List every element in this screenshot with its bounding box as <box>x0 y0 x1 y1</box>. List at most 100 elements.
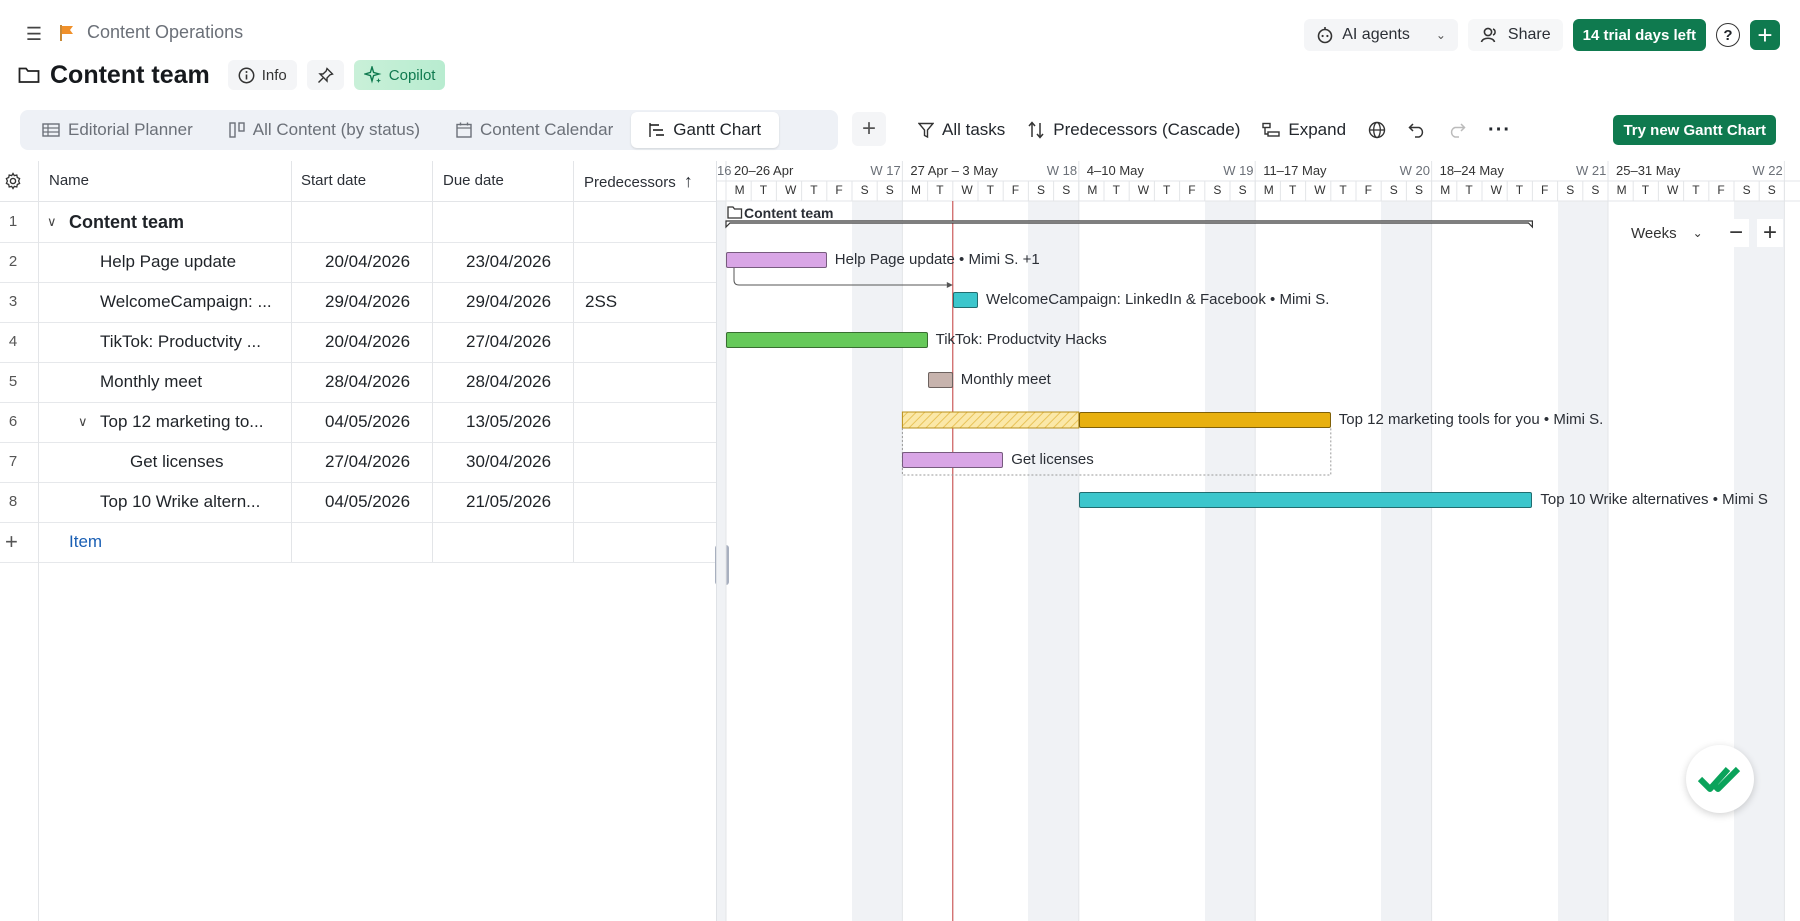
tiktok-bar[interactable] <box>726 332 928 348</box>
day-letter: F <box>1011 183 1020 197</box>
top-10-wrike-bar[interactable] <box>1078 492 1533 508</box>
collapse-toggle-icon[interactable]: ∨ <box>47 202 57 242</box>
table-row[interactable]: 8 Top 10 Wrike altern... 04/05/2026 21/05/2… <box>0 482 716 523</box>
day-letter: T <box>936 183 944 197</box>
group-label[interactable]: Content team <box>744 205 833 221</box>
hamburger-menu-icon[interactable]: ☰ <box>22 22 46 46</box>
settings-gear-icon[interactable] <box>4 172 22 190</box>
start-date[interactable]: 20/04/2026 <box>325 242 410 282</box>
scale-label: Weeks <box>1631 224 1677 242</box>
zoom-out-button[interactable]: − <box>1723 219 1749 247</box>
table-row[interactable]: 5 Monthly meet 28/04/2026 28/04/2026 <box>0 362 716 403</box>
task-name[interactable]: Top 10 Wrike altern... <box>100 482 285 522</box>
info-label: Info <box>261 66 287 84</box>
week-range-label: 11–17 May <box>1263 163 1327 178</box>
robot-icon <box>1317 27 1333 44</box>
row-number: 8 <box>8 493 18 510</box>
table-row[interactable]: 2 Help Page update 20/04/2026 23/04/2026 <box>0 242 716 283</box>
welcome-campaign-bar[interactable] <box>952 292 978 308</box>
day-letter: S <box>860 183 869 197</box>
day-letter: T <box>1289 183 1297 197</box>
ai-agents-button[interactable]: AI agents ⌄ <box>1304 19 1458 51</box>
column-header-predecessors[interactable]: Predecessors ↑ <box>574 161 716 201</box>
start-date[interactable]: 20/04/2026 <box>325 322 410 362</box>
double-check-fab[interactable] <box>1686 745 1754 813</box>
table-row[interactable]: 4 TikTok: Productvity ... 20/04/2026 27/04/… <box>0 322 716 363</box>
day-letter: S <box>1767 183 1776 197</box>
tab-content-calendar[interactable]: Content Calendar <box>438 112 631 148</box>
add-view-button[interactable]: + <box>852 112 886 146</box>
expand-button[interactable]: Expand <box>1262 120 1346 140</box>
predecessors[interactable]: 2SS <box>585 282 617 322</box>
task-name[interactable]: Monthly meet <box>100 362 285 402</box>
task-name[interactable]: TikTok: Productvity ... <box>100 322 285 362</box>
get-licenses-bar[interactable] <box>902 452 1004 468</box>
tab-gantt-chart[interactable]: Gantt Chart <box>631 112 780 148</box>
try-new-gantt-button[interactable]: Try new Gantt Chart <box>1613 115 1776 145</box>
task-name[interactable]: WelcomeCampaign: ... <box>100 282 285 322</box>
table-row[interactable]: 3 WelcomeCampaign: ... 29/04/2026 29/04/202… <box>0 282 716 323</box>
help-page-update-bar[interactable] <box>726 252 827 268</box>
due-date[interactable]: 21/05/2026 <box>466 482 551 522</box>
table-row[interactable]: 6 ∨ Top 12 marketing to... 04/05/2026 13/05/… <box>0 402 716 443</box>
undo-icon[interactable] <box>1408 122 1426 138</box>
add-item-row[interactable]: + Item <box>0 522 716 563</box>
predecessors-button[interactable]: Predecessors (Cascade) <box>1027 120 1240 140</box>
due-date[interactable]: 13/05/2026 <box>466 402 551 442</box>
task-name[interactable]: Top 12 marketing to... <box>100 402 285 442</box>
top-actions: AI agents ⌄ Share 14 trial days left ? + <box>1304 19 1780 51</box>
copilot-button[interactable]: Copilot <box>353 60 446 90</box>
start-date[interactable]: 29/04/2026 <box>325 282 410 322</box>
pin-button[interactable] <box>306 60 344 90</box>
day-letter: M <box>1616 183 1627 197</box>
grid-divider <box>432 161 433 562</box>
start-date[interactable]: 28/04/2026 <box>325 362 410 402</box>
column-header-start-date[interactable]: Start date <box>291 161 432 201</box>
redo-icon[interactable] <box>1448 122 1466 138</box>
board-icon <box>229 122 245 138</box>
task-name[interactable]: Get licenses <box>130 442 285 482</box>
filter-button[interactable]: All tasks <box>918 120 1005 140</box>
due-date[interactable]: 23/04/2026 <box>466 242 551 282</box>
tab-editorial-planner[interactable]: Editorial Planner <box>24 112 211 148</box>
task-name[interactable]: Help Page update <box>100 242 285 282</box>
day-letter: S <box>1238 183 1247 197</box>
day-letter: S <box>1213 183 1222 197</box>
tab-all-content[interactable]: All Content (by status) <box>211 112 438 148</box>
trial-days-button[interactable]: 14 trial days left <box>1572 19 1706 51</box>
monthly-meet-bar[interactable] <box>927 372 953 388</box>
create-new-button[interactable]: + <box>1750 20 1780 50</box>
day-letter: S <box>1415 183 1424 197</box>
scale-dropdown[interactable]: Weeks ⌄ <box>1623 219 1711 247</box>
add-item-label[interactable]: Item <box>69 522 102 562</box>
zoom-in-button[interactable]: + <box>1757 219 1783 247</box>
column-header-name[interactable]: Name <box>39 161 291 201</box>
help-icon[interactable]: ? <box>1716 23 1740 47</box>
row-number: 6 <box>8 413 18 430</box>
day-letter: T <box>1515 183 1524 197</box>
start-date[interactable]: 04/05/2026 <box>325 482 410 522</box>
column-header-due-date[interactable]: Due date <box>433 161 574 201</box>
day-letter: W <box>1137 183 1150 197</box>
info-button[interactable]: Info <box>227 60 297 90</box>
bar-label: Top 12 marketing tools for you • Mimi S. <box>1338 411 1604 428</box>
due-date[interactable]: 28/04/2026 <box>466 362 551 402</box>
due-date[interactable]: 30/04/2026 <box>466 442 551 482</box>
table-row[interactable]: 1 ∨ Content team <box>0 202 716 243</box>
start-date[interactable]: 04/05/2026 <box>325 402 410 442</box>
tab-label: All Content (by status) <box>252 120 420 139</box>
collapse-toggle-icon[interactable]: ∨ <box>78 402 88 442</box>
due-date[interactable]: 27/04/2026 <box>466 322 551 362</box>
due-date[interactable]: 29/04/2026 <box>466 282 551 322</box>
tab-label: Content Calendar <box>480 120 614 139</box>
globe-icon[interactable] <box>1368 121 1386 139</box>
more-options-icon[interactable]: ··· <box>1488 119 1511 142</box>
start-date[interactable]: 27/04/2026 <box>325 442 410 482</box>
top-12-marketing-bar[interactable] <box>1078 412 1331 428</box>
table-row[interactable]: 7 Get licenses 27/04/2026 30/04/2026 <box>0 442 716 483</box>
day-letter: T <box>1163 183 1171 197</box>
task-name[interactable]: Content team <box>69 202 285 242</box>
week-number-label: W 17 <box>870 163 901 178</box>
space-breadcrumb[interactable]: Content Operations <box>87 22 243 43</box>
share-button[interactable]: Share <box>1467 19 1563 51</box>
